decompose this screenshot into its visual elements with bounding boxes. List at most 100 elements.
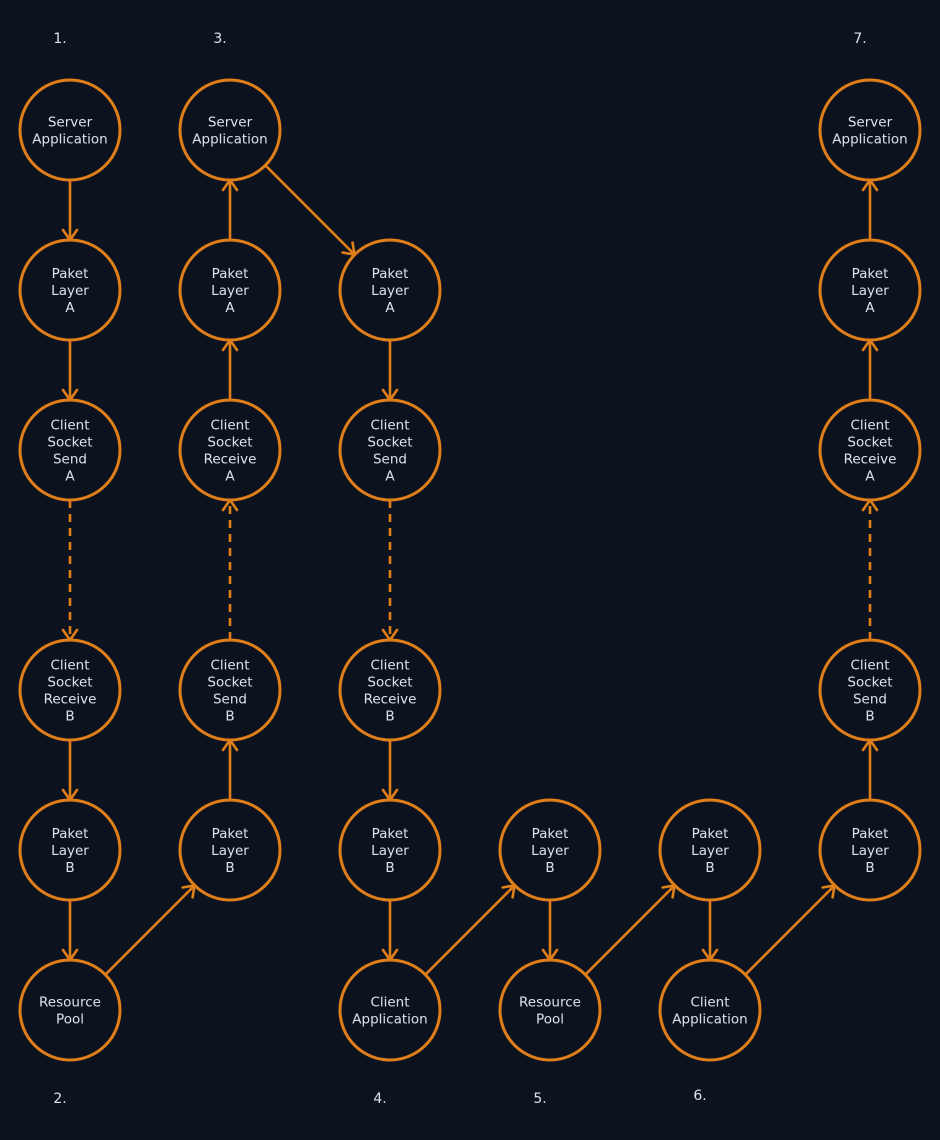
node-label-line: B — [225, 709, 234, 725]
node-label-line: Resource — [39, 995, 101, 1011]
node-label-line: Paket — [692, 826, 729, 842]
node-label-line: Server — [48, 115, 93, 131]
node-c0r4: Paket Layer B — [18, 798, 122, 902]
node-c3r4: Paket Layer B — [498, 798, 602, 902]
node-label-line: A — [385, 469, 395, 485]
node-label-line: Send — [213, 692, 247, 708]
node-label-line: Client — [850, 658, 889, 674]
node-c5r4: Paket Layer B — [818, 798, 922, 902]
edge-c0r2-to-c0r3 — [61, 500, 79, 642]
node-label-line: Socket — [47, 675, 92, 691]
edge-c5r3-to-c5r2 — [861, 498, 879, 640]
node-label-line: Application — [672, 1012, 747, 1028]
node-label-line: Resource — [519, 995, 581, 1011]
node-label-line: Paket — [852, 266, 889, 282]
edge-c2r5-to-c3r4 — [424, 884, 516, 976]
nodes-layer: Server ApplicationPaket Layer AClient Socket… — [18, 78, 922, 1062]
node-c2r5: Client Application — [338, 958, 442, 1062]
node-label-line: Socket — [207, 435, 252, 451]
node-label-line: Paket — [52, 266, 89, 282]
node-label-line: Application — [832, 132, 907, 148]
node-c5r0: Server Application — [818, 78, 922, 182]
node-label-line: Receive — [364, 692, 417, 708]
node-c5r1: Paket Layer A — [818, 238, 922, 342]
node-label-line: Paket — [372, 266, 409, 282]
node-label-line: Client — [370, 658, 409, 674]
edge-c0r4-to-c0r5 — [61, 900, 79, 962]
edge-c4r5-to-c5r4 — [744, 884, 836, 976]
node-label-line: B — [385, 709, 394, 725]
node-c0r1: Paket Layer A — [18, 238, 122, 342]
node-c3r5: Resource Pool — [498, 958, 602, 1062]
node-label-line: Receive — [204, 452, 257, 468]
node-label-line: B — [865, 709, 874, 725]
flow-diagram: Server ApplicationPaket Layer AClient Socket… — [18, 31, 922, 1107]
solid-connector — [584, 884, 676, 976]
node-label-line: Layer — [531, 843, 569, 859]
edge-c1r3-to-c1r2 — [221, 498, 239, 640]
step-label-s1: 1. — [53, 31, 66, 47]
edge-c1r4-to-c1r3 — [221, 738, 239, 800]
solid-connector — [424, 884, 516, 976]
node-label-line: Client — [50, 418, 89, 434]
node-label-line: Send — [853, 692, 887, 708]
node-c1r1: Paket Layer A — [178, 238, 282, 342]
node-label-line: Pool — [536, 1012, 564, 1028]
node-label-line: Client — [690, 995, 729, 1011]
node-c0r3: Client Socket Receive B — [18, 638, 122, 742]
node-label-line: Paket — [212, 826, 249, 842]
node-c5r3: Client Socket Send B — [818, 638, 922, 742]
edge-c3r4-to-c3r5 — [541, 900, 559, 962]
node-label-line: Layer — [851, 283, 889, 299]
edge-c5r2-to-c5r1 — [861, 338, 879, 400]
node-label-line: B — [65, 709, 74, 725]
edge-c4r4-to-c4r5 — [701, 900, 719, 962]
node-label-line: Layer — [851, 843, 889, 859]
edge-c1r2-to-c1r1 — [221, 338, 239, 400]
edge-c2r2-to-c2r3 — [381, 500, 399, 642]
edge-c1r1-to-c1r0 — [221, 178, 239, 240]
node-label-line: Layer — [51, 283, 89, 299]
node-label-line: B — [545, 860, 554, 876]
edge-c0r0-to-c0r1 — [61, 180, 79, 242]
edge-c5r4-to-c5r3 — [861, 738, 879, 800]
step-label-s5: 5. — [533, 1091, 546, 1107]
node-c4r5: Client Application — [658, 958, 762, 1062]
node-label-line: Socket — [47, 435, 92, 451]
node-label-line: Paket — [852, 826, 889, 842]
node-label-line: Socket — [367, 435, 412, 451]
edge-c0r5-to-c1r4 — [104, 884, 196, 976]
node-label-line: A — [65, 469, 75, 485]
node-label-line: Client — [210, 658, 249, 674]
node-label-line: Receive — [844, 452, 897, 468]
node-label-line: Socket — [367, 675, 412, 691]
node-label-line: A — [225, 469, 235, 485]
edge-c0r1-to-c0r2 — [61, 340, 79, 402]
node-label-line: Layer — [691, 843, 729, 859]
node-label-line: Paket — [212, 266, 249, 282]
edge-c2r4-to-c2r5 — [381, 900, 399, 962]
node-label-line: Server — [208, 115, 253, 131]
node-c1r2: Client Socket Receive A — [178, 398, 282, 502]
node-label-line: A — [385, 300, 395, 316]
node-c0r5: Resource Pool — [18, 958, 122, 1062]
edge-c2r1-to-c2r2 — [381, 340, 399, 402]
node-c5r2: Client Socket Receive A — [818, 398, 922, 502]
node-label-line: Socket — [847, 435, 892, 451]
step-label-s6: 6. — [693, 1088, 706, 1104]
node-label-line: B — [865, 860, 874, 876]
node-label-line: A — [865, 300, 875, 316]
node-label-line: Send — [373, 452, 407, 468]
node-label-line: Client — [370, 995, 409, 1011]
edge-c0r3-to-c0r4 — [61, 740, 79, 802]
node-label-line: Application — [32, 132, 107, 148]
node-label-line: Paket — [532, 826, 569, 842]
node-c2r2: Client Socket Send A — [338, 398, 442, 502]
node-c1r0: Server Application — [178, 78, 282, 182]
node-label-line: Layer — [371, 283, 409, 299]
node-c4r4: Paket Layer B — [658, 798, 762, 902]
node-label-line: A — [65, 300, 75, 316]
node-label-line: B — [225, 860, 234, 876]
node-c1r3: Client Socket Send B — [178, 638, 282, 742]
node-label-line: Application — [352, 1012, 427, 1028]
